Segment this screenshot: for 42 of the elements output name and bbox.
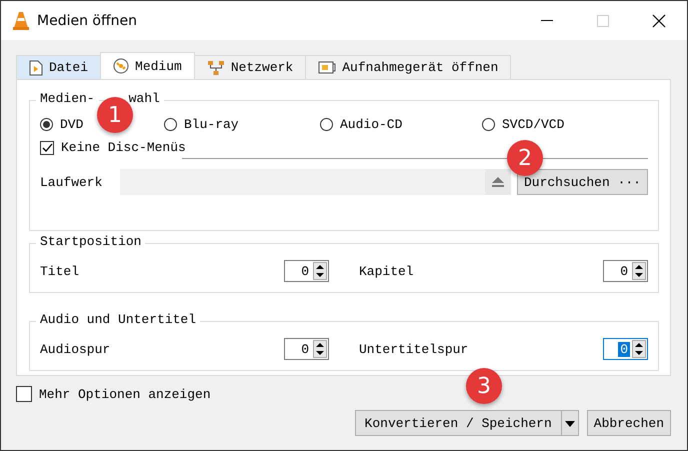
convert-save-button[interactable]: Konvertieren / Speichern: [354, 410, 562, 436]
checkbox[interactable]: [40, 140, 54, 154]
field-label: Untertitelspur: [359, 342, 470, 356]
cancel-button[interactable]: Abbrechen: [586, 410, 671, 436]
radio-icon[interactable]: [482, 118, 495, 131]
field-label: Laufwerk: [40, 174, 102, 190]
window-title: Medien öffnen: [37, 12, 138, 28]
tab[interactable]: Datei: [16, 55, 102, 79]
spin-arrows-icon[interactable]: [632, 340, 646, 358]
radio-option[interactable]: Audio-CD: [320, 117, 482, 132]
browse-button[interactable]: Durchsuchen ···: [516, 169, 648, 195]
minimize-button[interactable]: [541, 20, 553, 22]
disc-icon: [113, 58, 130, 74]
radio-option[interactable]: SVCD/VCD: [482, 117, 602, 132]
spin-box[interactable]: 0: [284, 260, 329, 282]
file-icon: [29, 60, 43, 76]
callout-badge: 3: [466, 368, 502, 404]
checkbox[interactable]: [16, 386, 32, 402]
spin-box[interactable]: 0: [603, 338, 648, 360]
spin-arrows-icon[interactable]: [632, 262, 646, 280]
spin-arrows-icon[interactable]: [313, 340, 327, 358]
drive-combo-field[interactable]: [120, 169, 511, 195]
field-label: Audiospur: [40, 342, 112, 356]
network-icon: [206, 60, 225, 76]
close-button[interactable]: [652, 14, 666, 28]
radio-icon[interactable]: [164, 118, 177, 131]
group-title: Startposition: [36, 234, 146, 249]
radio-icon[interactable]: [320, 118, 333, 131]
tab[interactable]: Aufnahmegerät öffnen: [305, 55, 512, 79]
eject-icon[interactable]: [484, 169, 511, 195]
caret-icon: [564, 420, 575, 426]
capture-card-icon: [318, 60, 336, 76]
spin-box[interactable]: 0: [603, 260, 648, 282]
tab[interactable]: Medium: [100, 52, 195, 79]
spin-arrows-icon[interactable]: [313, 262, 327, 280]
radio-icon[interactable]: [40, 118, 53, 131]
field-label: Titel: [40, 264, 80, 278]
dropdown-button[interactable]: [560, 410, 579, 436]
cone-icon: [13, 10, 29, 30]
radio-option[interactable]: Blu-ray: [164, 117, 320, 132]
spin-box[interactable]: 0: [284, 338, 329, 360]
field-label: Kapitel: [359, 264, 415, 278]
